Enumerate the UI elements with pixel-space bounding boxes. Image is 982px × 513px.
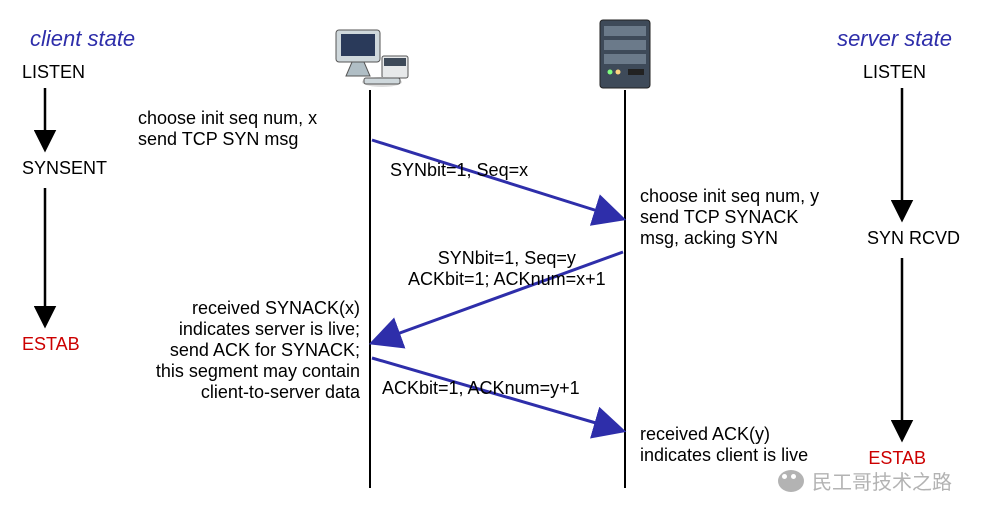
message-synack-label: SYNbit=1, Seq=y ACKbit=1; ACKnum=x+1 [408, 248, 606, 290]
client-state-listen: LISTEN [22, 62, 85, 83]
server-state-listen: LISTEN [863, 62, 926, 83]
message-ack-label: ACKbit=1, ACKnum=y+1 [382, 378, 580, 399]
client-pc-icon [336, 30, 408, 87]
client-state-estab: ESTAB [22, 334, 80, 355]
server-state-title: server state [837, 26, 952, 52]
client-state-title: client state [30, 26, 135, 52]
watermark: 民工哥技术之路 [778, 466, 952, 495]
client-state-synsent: SYNSENT [22, 158, 107, 179]
client-note-received: received SYNACK(x) indicates server is l… [130, 298, 360, 403]
wechat-icon [778, 470, 804, 492]
watermark-text: 民工哥技术之路 [812, 466, 952, 495]
server-note-received: received ACK(y) indicates client is live [640, 424, 808, 466]
server-note-choose: choose init seq num, y send TCP SYNACK m… [640, 186, 819, 249]
message-syn-label: SYNbit=1, Seq=x [390, 160, 528, 181]
client-note-choose: choose init seq num, x send TCP SYN msg [138, 108, 317, 150]
server-icon [600, 20, 650, 88]
server-state-synrcvd: SYN RCVD [867, 228, 960, 249]
